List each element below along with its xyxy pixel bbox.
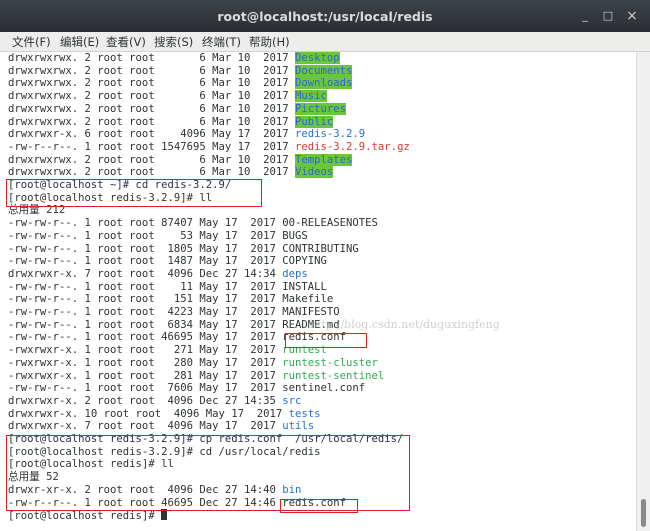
- scroll-thumb[interactable]: [641, 499, 646, 527]
- minimize-icon[interactable]: _: [578, 9, 592, 23]
- file-name: utils: [282, 420, 315, 433]
- terminal-line: -rw-rw-r--. 1 root root 151 May 17 2017 …: [8, 293, 333, 306]
- file-name: Pictures: [295, 102, 347, 115]
- file-name: deps: [282, 267, 308, 280]
- terminal-line: -rw-r--r--. 1 root root 1547695 May 17 2…: [8, 141, 410, 154]
- line-text: -rw-rw-r--. 1 root root 53 May 17 2017 B…: [8, 229, 308, 242]
- terminal-line: drwxrwxr-x. 2 root root 4096 Dec 27 14:3…: [8, 395, 301, 408]
- line-text: -rw-rw-r--. 1 root root 7606 May 17 2017…: [8, 382, 366, 395]
- terminal-line: -rw-rw-r--. 1 root root 4223 May 17 2017…: [8, 306, 340, 319]
- file-name: Templates: [295, 153, 353, 166]
- file-name: runtest-sentinel: [282, 369, 385, 382]
- menu-bar: 文件(F) 编辑(E) 查看(V) 搜索(S) 终端(T) 帮助(H): [0, 32, 650, 52]
- menu-help[interactable]: 帮助(H): [249, 34, 290, 50]
- line-text: -rw-rw-r--. 1 root root 4223 May 17 2017…: [8, 306, 340, 318]
- line-text: -rw-rw-r--. 1 root root 6834 May 17 2017…: [8, 318, 340, 331]
- line-text: -rw-rw-r--. 1 root root 87407 May 17 201…: [8, 217, 378, 230]
- terminal-line: drwxrwxrwx. 2 root root 6 Mar 10 2017 Do…: [8, 77, 353, 90]
- file-name: tests: [288, 407, 321, 420]
- terminal-line: -rw-rw-r--. 1 root root 11 May 17 2017 I…: [8, 281, 327, 294]
- menu-file[interactable]: 文件(F): [12, 34, 51, 50]
- line-text: drwxrwxr-x. 6 root root 4096 May 17 2017: [8, 128, 296, 141]
- file-name: Public: [295, 115, 334, 128]
- scrollbar[interactable]: [636, 52, 650, 531]
- menu-edit[interactable]: 编辑(E): [60, 34, 99, 50]
- title-bar[interactable]: root@localhost:/usr/local/redis _ □ ×: [0, 0, 650, 32]
- terminal-line: -rw-rw-r--. 1 root root 1805 May 17 2017…: [8, 243, 359, 256]
- maximize-icon[interactable]: □: [601, 9, 615, 23]
- terminal-line: -rwxrwxr-x. 1 root root 271 May 17 2017 …: [8, 344, 327, 357]
- line-text: drwxrwxr-x. 10 root root 4096 May 17 201…: [8, 407, 289, 420]
- terminal-line: drwxrwxrwx. 2 root root 6 Mar 10 2017 Pu…: [8, 115, 334, 129]
- terminal-line: drwxrwxr-x. 6 root root 4096 May 17 2017…: [8, 128, 365, 141]
- terminal-line: drwxrwxrwx. 2 root root 6 Mar 10 2017 Vi…: [8, 166, 334, 179]
- line-text: drwxrwxrwx. 2 root root 6 Mar 10 2017: [8, 153, 296, 166]
- window-title: root@localhost:/usr/local/redis: [217, 9, 433, 24]
- line-text: -rw-rw-r--. 1 root root 11 May 17 2017 I…: [8, 280, 327, 293]
- file-name: runtest-cluster: [282, 356, 378, 369]
- terminal-line: drwxrwxr-x. 10 root root 4096 May 17 201…: [8, 408, 321, 421]
- highlight-box-redis-conf: [285, 333, 367, 348]
- file-name: Videos: [295, 166, 334, 179]
- terminal-window: root@localhost:/usr/local/redis _ □ × 文件…: [0, 0, 650, 531]
- menu-view[interactable]: 查看(V): [106, 34, 146, 50]
- line-text: drwxrwxr-x. 7 root root 4096 Dec 27 14:3…: [8, 267, 283, 280]
- terminal-output[interactable]: [root@localhost redis]# -rw-r--r--. 1 ro…: [0, 52, 636, 531]
- line-text: drwxrwxr-x. 7 root root 4096 May 17 2017: [8, 420, 283, 433]
- terminal-line: drwxrwxr-x. 7 root root 4096 May 17 2017…: [8, 420, 314, 433]
- terminal-line: -rw-rw-r--. 1 root root 7606 May 17 2017…: [8, 382, 365, 395]
- file-name: Music: [295, 90, 327, 103]
- close-icon[interactable]: ×: [625, 9, 639, 23]
- terminal-line: -rw-rw-r--. 1 root root 6834 May 17 2017…: [8, 319, 340, 332]
- line-text: -rw-rw-r--. 1 root root 1805 May 17 2017…: [8, 242, 359, 255]
- terminal-line: -rw-rw-r--. 1 root root 87407 May 17 201…: [8, 217, 378, 230]
- line-text: -rw-rw-r--. 1 root root 1487 May 17 2017…: [8, 255, 327, 268]
- terminal-line: -rw-rw-r--. 1 root root 53 May 17 2017 B…: [8, 230, 308, 243]
- terminal-line: -rwxrwxr-x. 1 root root 281 May 17 2017 …: [8, 370, 384, 383]
- terminal-line: drwxrwxrwx. 2 root root 6 Mar 10 2017 De…: [8, 52, 340, 65]
- highlight-box-copied-conf: [280, 499, 358, 513]
- file-name: redis-3.2.9: [295, 128, 366, 141]
- line-text: drwxrwxrwx. 2 root root 6 Mar 10 2017: [8, 77, 296, 90]
- file-name: Documents: [295, 64, 353, 77]
- line-text: drwxrwxrwx. 2 root root 6 Mar 10 2017: [8, 166, 296, 179]
- watermark: http://blog.csdn.net/duguxingfeng: [310, 318, 500, 331]
- line-text: -rwxrwxr-x. 1 root root 280 May 17 2017: [8, 356, 283, 369]
- terminal-line: -rwxrwxr-x. 1 root root 280 May 17 2017 …: [8, 357, 378, 370]
- terminal-line: -rw-rw-r--. 1 root root 1487 May 17 2017…: [8, 255, 327, 268]
- line-text: drwxrwxrwx. 2 root root 6 Mar 10 2017: [8, 90, 296, 103]
- terminal-line: drwxrwxrwx. 2 root root 6 Mar 10 2017 Te…: [8, 153, 353, 167]
- terminal-line: drwxrwxrwx. 2 root root 6 Mar 10 2017 Do…: [8, 64, 353, 78]
- file-name: Downloads: [295, 77, 353, 90]
- menu-search[interactable]: 搜索(S): [154, 34, 193, 50]
- file-name: redis-3.2.9.tar.gz: [295, 140, 410, 153]
- line-text: -rwxrwxr-x. 1 root root 271 May 17 2017: [8, 344, 283, 357]
- file-name: src: [282, 394, 302, 407]
- line-text: drwxrwxrwx. 2 root root 6 Mar 10 2017: [8, 64, 296, 77]
- highlight-box-cd-command: [6, 179, 262, 207]
- line-text: -rw-r--r--. 1 root root 1547695 May 17 2…: [8, 140, 296, 153]
- line-text: drwxrwxrwx. 2 root root 6 Mar 10 2017: [8, 115, 296, 128]
- menu-terminal[interactable]: 终端(T): [202, 34, 241, 50]
- terminal-line: drwxrwxr-x. 7 root root 4096 Dec 27 14:3…: [8, 268, 308, 281]
- terminal-line: [root@localhost redis]#: [8, 509, 168, 523]
- line-text: drwxrwxrwx. 2 root root 6 Mar 10 2017: [8, 102, 296, 115]
- file-name: Desktop: [295, 52, 340, 64]
- line-text: -rw-rw-r--. 1 root root 151 May 17 2017 …: [8, 293, 334, 306]
- terminal-line: drwxrwxrwx. 2 root root 6 Mar 10 2017 Pi…: [8, 102, 347, 116]
- terminal-line: drwxrwxrwx. 2 root root 6 Mar 10 2017 Mu…: [8, 90, 327, 103]
- command-text: [root@localhost redis]#: [8, 510, 162, 523]
- line-text: -rwxrwxr-x. 1 root root 281 May 17 2017: [8, 369, 283, 382]
- line-text: drwxrwxr-x. 2 root root 4096 Dec 27 14:3…: [8, 394, 283, 407]
- line-text: drwxrwxrwx. 2 root root 6 Mar 10 2017: [8, 52, 296, 64]
